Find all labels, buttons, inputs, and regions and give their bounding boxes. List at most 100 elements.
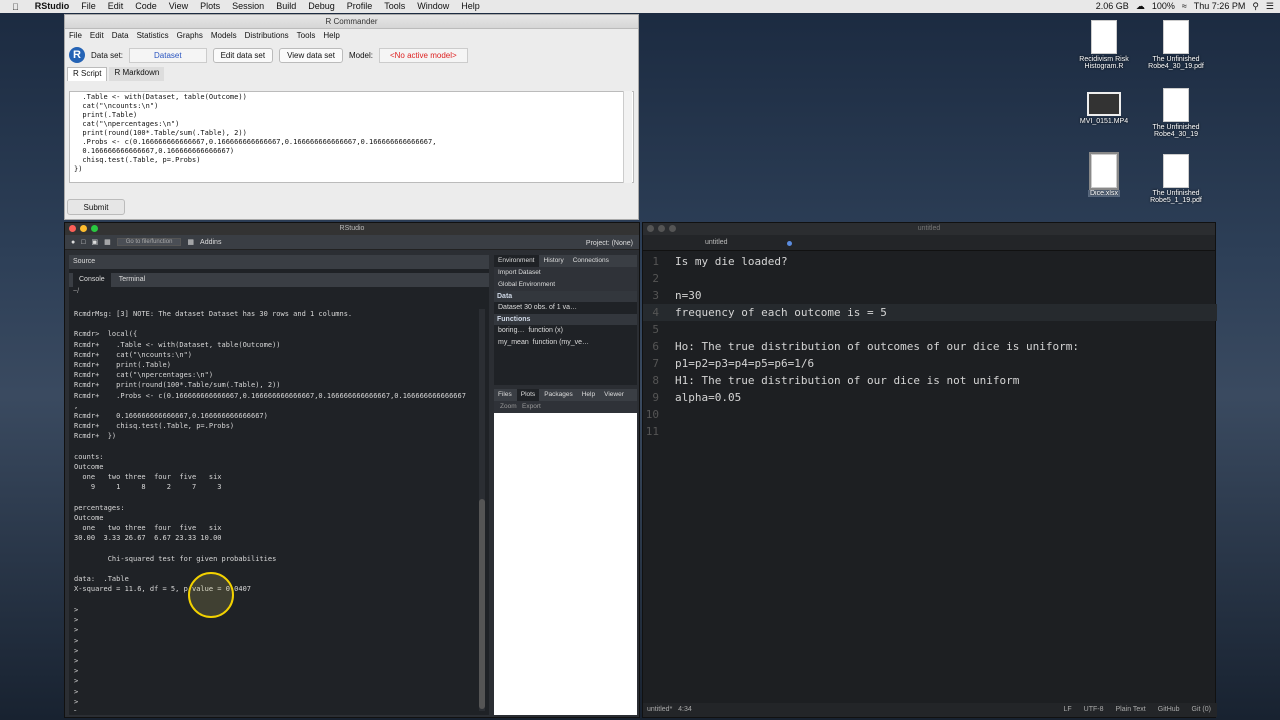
minimize-icon[interactable] <box>80 225 87 232</box>
wifi-icon[interactable]: ≈ <box>1182 0 1187 13</box>
r-logo-icon: R <box>69 47 85 63</box>
console-scrollbar[interactable] <box>479 309 485 711</box>
rcmd-menu-statistics[interactable]: Statistics <box>137 29 169 43</box>
spotlight-icon[interactable]: ⚲ <box>1252 0 1259 13</box>
dataset-row[interactable]: Dataset 30 obs. of 1 va… <box>494 302 637 314</box>
desktop-icon-recidivism[interactable]: Recidivism Risk Histogram.R <box>1076 20 1132 70</box>
desktop-icon-robe-pdf-2[interactable]: The Unfinished Robe5_1_19.pdf <box>1148 154 1204 204</box>
notification-icon[interactable]: ☰ <box>1266 0 1274 13</box>
tab-r-markdown[interactable]: R Markdown <box>109 67 165 81</box>
menu-file[interactable]: File <box>75 0 102 13</box>
status-encoding[interactable]: UTF-8 <box>1084 703 1104 717</box>
tab-plots[interactable]: Plots <box>516 389 540 401</box>
goto-file-input[interactable]: Go to file/function <box>116 238 182 246</box>
menu-help[interactable]: Help <box>455 0 486 13</box>
tab-environment[interactable]: Environment <box>494 255 539 267</box>
function-row[interactable]: my_mean function (my_ve… <box>494 337 637 349</box>
environment-pane: Environment History Connections Import D… <box>494 255 637 385</box>
rcmd-tabs: R Script R Markdown <box>65 67 638 81</box>
editor-tab[interactable]: untitled <box>643 235 1215 251</box>
editor-body[interactable]: 1 Is my die loaded? 2 3 n=30 4 frequency of ea… <box>643 253 1217 703</box>
rcmd-menu-help[interactable]: Help <box>323 29 339 43</box>
menu-view[interactable]: View <box>163 0 194 13</box>
console-output[interactable]: RcmdrMsg: [3] NOTE: The dataset Dataset … <box>74 309 478 711</box>
status-git[interactable]: Git (0) <box>1192 703 1211 717</box>
editor-line: n=30 <box>675 289 702 302</box>
desktop-icon-robe-docx[interactable]: The Unfinished Robe4_30_19 <box>1148 88 1204 138</box>
apple-icon[interactable]:  <box>0 2 29 12</box>
clock[interactable]: Thu 7:26 PM <box>1194 0 1246 13</box>
unsaved-dot-icon <box>787 241 792 246</box>
zoom-icon[interactable] <box>91 225 98 232</box>
edit-dataset-button[interactable]: Edit data set <box>212 47 274 63</box>
tab-console[interactable]: Console <box>73 273 111 287</box>
editor-status-bar: untitled* 4:34 LF UTF-8 Plain Text GitHu… <box>643 703 1217 717</box>
menu-edit[interactable]: Edit <box>102 0 130 13</box>
save-icon[interactable]: ▣ <box>91 238 98 246</box>
new-file-icon[interactable]: ● <box>71 239 75 246</box>
menu-tools[interactable]: Tools <box>378 0 411 13</box>
status-area: 2.06 GB ☁ 100% ≈ Thu 7:26 PM ⚲ ☰ <box>1096 0 1274 13</box>
source-pane-bar[interactable]: Source <box>69 255 489 269</box>
rcmd-menu-models[interactable]: Models <box>211 29 237 43</box>
rcmd-menu-tools[interactable]: Tools <box>297 29 316 43</box>
menu-window[interactable]: Window <box>411 0 455 13</box>
battery-status[interactable]: 100% <box>1152 0 1175 13</box>
dataset-button[interactable]: Dataset <box>129 47 207 63</box>
desktop-icon-robe-pdf-1[interactable]: The Unfinished Robe4_30_19.pdf <box>1148 20 1204 70</box>
export-button[interactable]: Export <box>522 403 541 410</box>
zoom-button[interactable]: Zoom <box>500 403 517 410</box>
zoom-icon[interactable] <box>669 225 676 232</box>
script-editor[interactable]: .Table <- with(Dataset, table(Outcome)) … <box>69 91 634 183</box>
editor-line: Is my die loaded? <box>675 255 788 268</box>
import-dataset-button[interactable]: Import Dataset <box>498 269 541 276</box>
desktop-icon-mvi[interactable]: MVI_0151.MP4 <box>1076 88 1132 125</box>
rcmd-menu-distributions[interactable]: Distributions <box>245 29 289 43</box>
editor-line: p1=p2=p3=p4=p5=p6=1/6 <box>675 357 815 370</box>
files-pane: Files Plots Packages Help Viewer Zoom Ex… <box>494 389 637 715</box>
menu-bar:  RStudio File Edit Code View Plots Sess… <box>0 0 1280 13</box>
submit-button[interactable]: Submit <box>67 199 125 215</box>
project-menu[interactable]: Project: (None) <box>586 238 633 250</box>
grid-icon[interactable]: ▦ <box>187 238 194 246</box>
menu-debug[interactable]: Debug <box>302 0 341 13</box>
status-syntax[interactable]: Plain Text <box>1116 703 1146 717</box>
status-github[interactable]: GitHub <box>1158 703 1180 717</box>
function-row[interactable]: boring… function (x) <box>494 325 637 337</box>
view-dataset-button[interactable]: View data set <box>279 47 343 63</box>
close-icon[interactable] <box>69 225 76 232</box>
script-scrollbar[interactable] <box>623 91 632 183</box>
rcmd-menu-edit[interactable]: Edit <box>90 29 104 43</box>
r-file-icon <box>1091 20 1117 54</box>
open-file-icon[interactable]: □ <box>81 239 85 246</box>
status-line-ending[interactable]: LF <box>1064 703 1072 717</box>
minimize-icon[interactable] <box>658 225 665 232</box>
tab-terminal[interactable]: Terminal <box>113 273 151 287</box>
menu-profile[interactable]: Profile <box>341 0 379 13</box>
menu-build[interactable]: Build <box>270 0 302 13</box>
print-icon[interactable]: ▦ <box>104 238 111 246</box>
cloud-icon[interactable]: ☁ <box>1136 0 1145 13</box>
menu-plots[interactable]: Plots <box>194 0 226 13</box>
rcmd-menu-file[interactable]: File <box>69 29 82 43</box>
close-icon[interactable] <box>647 225 654 232</box>
tab-viewer[interactable]: Viewer <box>600 389 628 401</box>
memory-status[interactable]: 2.06 GB <box>1096 0 1129 13</box>
tab-packages[interactable]: Packages <box>540 389 577 401</box>
tab-r-script[interactable]: R Script <box>67 67 108 81</box>
status-filename: untitled* <box>647 706 673 713</box>
tab-help[interactable]: Help <box>578 389 599 401</box>
desktop-icon-dice[interactable]: Dice.xlsx <box>1076 152 1132 197</box>
tab-connections[interactable]: Connections <box>569 255 613 267</box>
menu-session[interactable]: Session <box>226 0 270 13</box>
addins-menu[interactable]: Addins <box>200 239 221 246</box>
rcmd-menu-data[interactable]: Data <box>112 29 129 43</box>
app-menu[interactable]: RStudio <box>29 0 76 13</box>
model-button[interactable]: <No active model> <box>378 47 468 63</box>
menu-code[interactable]: Code <box>129 0 163 13</box>
env-tabs: Environment History Connections <box>494 255 637 267</box>
rcmd-menu-graphs[interactable]: Graphs <box>177 29 203 43</box>
tab-history[interactable]: History <box>540 255 568 267</box>
global-env-select[interactable]: Global Environment <box>494 279 637 291</box>
tab-files[interactable]: Files <box>494 389 516 401</box>
